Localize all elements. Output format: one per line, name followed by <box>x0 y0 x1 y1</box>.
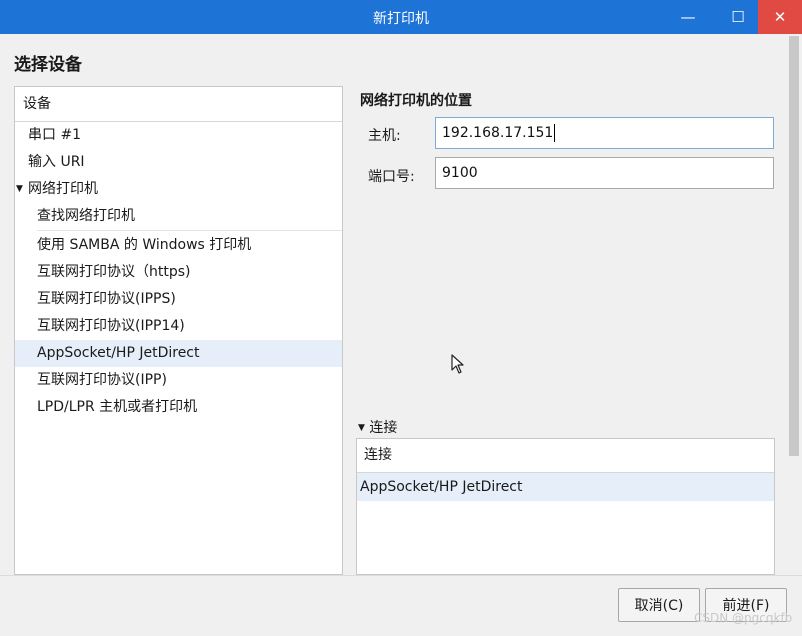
device-item-ipps[interactable]: 互联网打印协议(IPPS) <box>15 286 342 313</box>
host-label: 主机: <box>368 128 401 144</box>
device-item-label: 查找网络打印机 <box>37 208 135 224</box>
device-item-label: 互联网打印协议(IPP14) <box>37 318 185 334</box>
vertical-scrollbar[interactable] <box>787 36 800 576</box>
device-item-label: LPD/LPR 主机或者打印机 <box>37 399 198 415</box>
device-list-header[interactable]: 设备 <box>15 87 342 122</box>
new-printer-window: 新打印机 — ☐ ✕ 选择设备 设备 串口 #1 输入 URI ▼ 网络打印机 … <box>0 0 802 636</box>
expand-arrow-icon[interactable]: ▼ <box>16 176 23 203</box>
watermark: CSDN @pgcqkfb <box>694 611 793 625</box>
minimize-button[interactable]: — <box>666 0 710 34</box>
expand-arrow-icon: ▼ <box>358 423 365 433</box>
title-bar: 新打印机 — ☐ ✕ <box>0 0 802 34</box>
host-value: 192.168.17.151 <box>442 125 554 141</box>
list-divider <box>37 230 342 231</box>
device-item-label: 使用 SAMBA 的 Windows 打印机 <box>37 237 252 253</box>
device-item-label: 互联网打印协议(IPP) <box>37 372 167 388</box>
device-item-appsocket[interactable]: AppSocket/HP JetDirect <box>15 340 342 367</box>
cancel-button[interactable]: 取消(C) <box>618 588 700 622</box>
connection-row[interactable]: AppSocket/HP JetDirect <box>357 473 774 501</box>
connection-toggle[interactable]: ▼ 连接 <box>358 417 397 437</box>
host-input[interactable]: 192.168.17.151 <box>435 117 774 149</box>
device-list: 设备 串口 #1 输入 URI ▼ 网络打印机 查找网络打印机 使用 SAMBA… <box>14 86 343 575</box>
connection-toggle-label: 连接 <box>369 420 398 436</box>
port-label: 端口号: <box>368 169 415 185</box>
device-item-label: 网络打印机 <box>28 181 98 197</box>
connection-list: 连接 AppSocket/HP JetDirect <box>356 438 775 575</box>
device-item-lpd-lpr[interactable]: LPD/LPR 主机或者打印机 <box>15 394 342 421</box>
device-item-uri[interactable]: 输入 URI <box>15 149 342 176</box>
device-item-ipp-https[interactable]: 互联网打印协议（https) <box>15 259 342 286</box>
connection-list-header[interactable]: 连接 <box>357 439 774 473</box>
mouse-pointer-icon <box>451 354 465 378</box>
page-title: 选择设备 <box>14 55 82 75</box>
device-item-ipp[interactable]: 互联网打印协议(IPP) <box>15 367 342 394</box>
device-item-label: 互联网打印协议(IPPS) <box>37 291 176 307</box>
device-item-network-printer[interactable]: ▼ 网络打印机 <box>15 176 342 203</box>
location-section-title: 网络打印机的位置 <box>360 93 472 109</box>
device-item-label: 串口 #1 <box>28 127 82 143</box>
device-item-label: 互联网打印协议（https) <box>37 264 191 280</box>
device-item-find-network-printer[interactable]: 查找网络打印机 <box>15 203 342 230</box>
device-item-samba[interactable]: 使用 SAMBA 的 Windows 打印机 <box>15 232 342 259</box>
device-item-label: 输入 URI <box>28 154 85 170</box>
port-value: 9100 <box>442 165 478 181</box>
device-item-ipp14[interactable]: 互联网打印协议(IPP14) <box>15 313 342 340</box>
text-caret <box>554 124 556 142</box>
maximize-button[interactable]: ☐ <box>716 0 760 34</box>
device-item-label: AppSocket/HP JetDirect <box>37 345 200 361</box>
scrollbar-thumb[interactable] <box>789 36 799 456</box>
device-item-serial[interactable]: 串口 #1 <box>15 122 342 149</box>
close-button[interactable]: ✕ <box>758 0 802 34</box>
port-input[interactable]: 9100 <box>435 157 774 189</box>
